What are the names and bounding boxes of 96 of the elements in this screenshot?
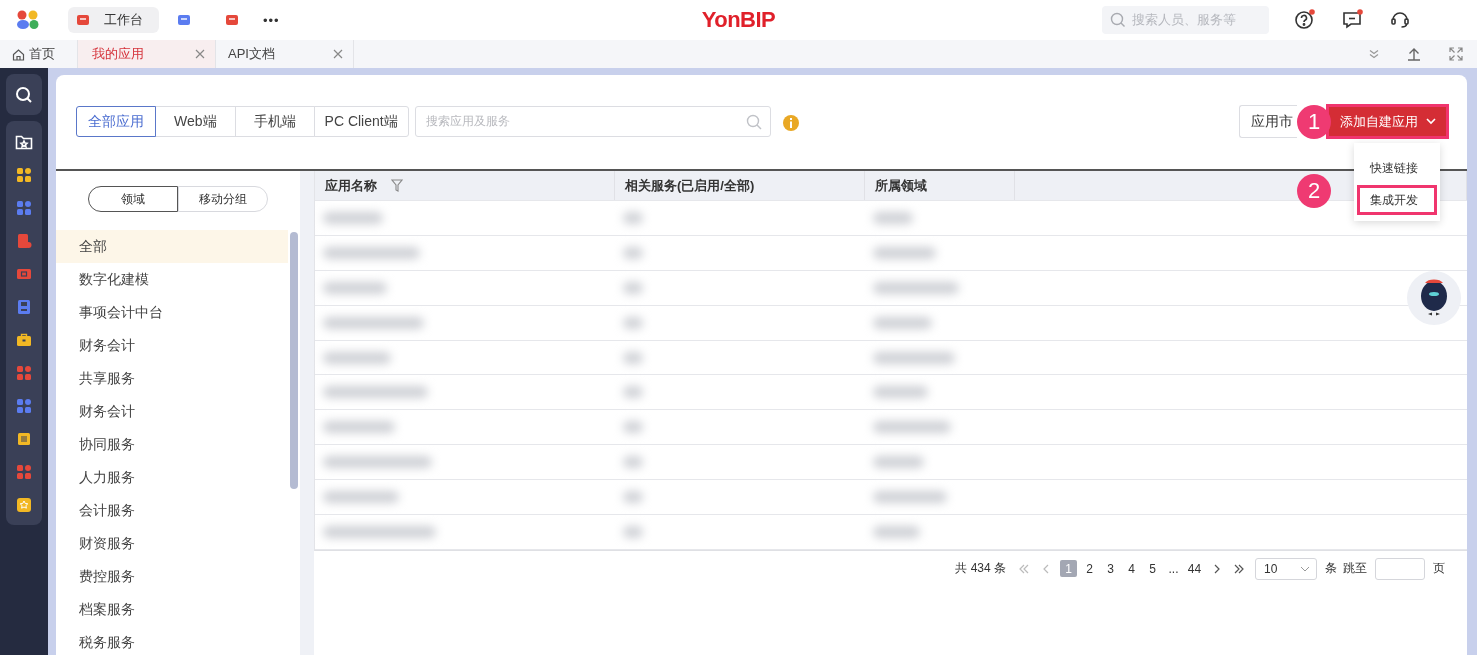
add-app-button[interactable]: 添加自建应用 [1326, 104, 1449, 139]
more-button[interactable]: ••• [263, 12, 280, 28]
page-input[interactable] [1375, 557, 1425, 580]
menu-item[interactable]: 快速链接 [1357, 153, 1437, 183]
search-icon [1110, 12, 1126, 28]
chevron-down-icon [1300, 565, 1310, 572]
domain-item[interactable]: 事项会计中台 [56, 296, 288, 329]
domain-item[interactable]: 共享服务 [56, 362, 288, 395]
domain-item[interactable]: 人力服务 [56, 461, 288, 494]
close-icon[interactable] [195, 49, 205, 59]
domain-item[interactable]: 财资服务 [56, 527, 288, 560]
search-icon [745, 113, 762, 130]
blurred-text [623, 246, 643, 259]
blurred-text [623, 211, 643, 224]
message-icon[interactable] [1342, 9, 1364, 31]
blurred-text [623, 386, 643, 399]
help-icon[interactable] [1294, 9, 1316, 31]
folder-star-icon[interactable] [15, 133, 33, 150]
page-label: 页 [1433, 560, 1445, 578]
blurred-text [623, 281, 643, 294]
blurred-text [323, 211, 383, 224]
grid-icon[interactable] [16, 166, 32, 183]
page-number[interactable]: 4 [1123, 560, 1140, 578]
blurred-text [623, 456, 643, 469]
app-icon[interactable] [225, 13, 239, 27]
last-page-icon[interactable] [1233, 562, 1245, 575]
grid-icon[interactable] [16, 364, 32, 381]
domain-item[interactable]: 会计服务 [56, 494, 288, 527]
blurred-text [623, 351, 643, 364]
page-size-select[interactable]: 10 [1255, 557, 1317, 580]
domain-item[interactable]: 费控服务 [56, 560, 288, 593]
blurred-text [323, 281, 387, 294]
info-icon[interactable] [782, 115, 799, 131]
blurred-text [623, 421, 643, 434]
tab-label[interactable]: 我的应用 [92, 45, 144, 63]
tab[interactable]: 我的应用 [78, 40, 216, 68]
menu-item[interactable]: 集成开发 [1357, 185, 1437, 215]
domain-item[interactable]: 档案服务 [56, 593, 288, 626]
filter-tab[interactable]: PC Client端 [313, 106, 409, 137]
blurred-text [623, 316, 643, 329]
domain-item[interactable]: 全部 [56, 230, 288, 263]
expand-icon[interactable] [1449, 47, 1463, 61]
total-count: 共 434 条 [955, 560, 1006, 578]
grid-icon[interactable] [16, 397, 32, 414]
page-number[interactable]: 44 [1186, 560, 1203, 578]
first-page-icon[interactable] [1018, 562, 1030, 575]
domain-item[interactable]: 财务会计 [56, 395, 288, 428]
scrollbar[interactable] [290, 232, 298, 489]
domain-item[interactable]: 协同服务 [56, 428, 288, 461]
app-icon[interactable] [177, 13, 191, 27]
column-header: 应用名称 [325, 176, 377, 195]
book-icon[interactable] [16, 430, 32, 447]
tab-label[interactable]: API文档 [228, 45, 275, 63]
blurred-text [873, 246, 936, 259]
blurred-text [323, 351, 391, 364]
briefcase-icon[interactable] [16, 331, 32, 348]
unit-label: 条 [1325, 560, 1337, 578]
close-icon[interactable] [333, 49, 343, 59]
chevron-down-icon [1426, 118, 1436, 125]
app-icon[interactable] [76, 13, 90, 27]
filter-tab[interactable]: 全部应用 [76, 106, 156, 137]
column-header: 相关服务(已启用/全部) [625, 176, 755, 195]
headset-icon[interactable] [1390, 9, 1412, 31]
domain-item[interactable]: 数字化建模 [56, 263, 288, 296]
page-number[interactable]: ... [1165, 560, 1182, 578]
filter-tab[interactable]: 手机端 [234, 106, 315, 137]
page-number[interactable]: 5 [1144, 560, 1161, 578]
page-number[interactable]: 2 [1081, 560, 1098, 578]
blurred-text [623, 525, 643, 538]
filter-tab[interactable]: Web端 [155, 106, 236, 137]
blurred-text [873, 525, 920, 538]
app-tab[interactable]: 工作台 [68, 7, 159, 33]
jump-label: 跳至 [1343, 560, 1367, 578]
blurred-text [323, 421, 395, 434]
domain-item[interactable]: 税务服务 [56, 626, 288, 655]
blurred-text [873, 211, 913, 224]
domain-item[interactable]: 财务会计 [56, 329, 288, 362]
tab-label[interactable]: 首页 [29, 45, 55, 63]
app-logo-icon [16, 10, 40, 30]
app-market-button[interactable]: 应用市 [1239, 105, 1297, 138]
chevrons-down-icon[interactable] [1369, 49, 1379, 59]
home-icon [12, 47, 25, 61]
logo: YonBIP [701, 7, 776, 33]
document-icon[interactable] [16, 232, 32, 249]
blurred-text [873, 456, 924, 469]
blurred-text [623, 491, 643, 504]
page-number[interactable]: 3 [1102, 560, 1119, 578]
blurred-text [873, 316, 932, 329]
grid-icon[interactable] [16, 199, 32, 216]
search-icon[interactable] [15, 85, 33, 104]
grid-icon[interactable] [16, 463, 32, 480]
blurred-text [873, 386, 928, 399]
column-header: 所属领域 [875, 176, 927, 195]
filter-icon[interactable] [391, 179, 403, 192]
upload-icon[interactable] [1407, 47, 1421, 61]
step-badge: 1 [1297, 105, 1331, 139]
